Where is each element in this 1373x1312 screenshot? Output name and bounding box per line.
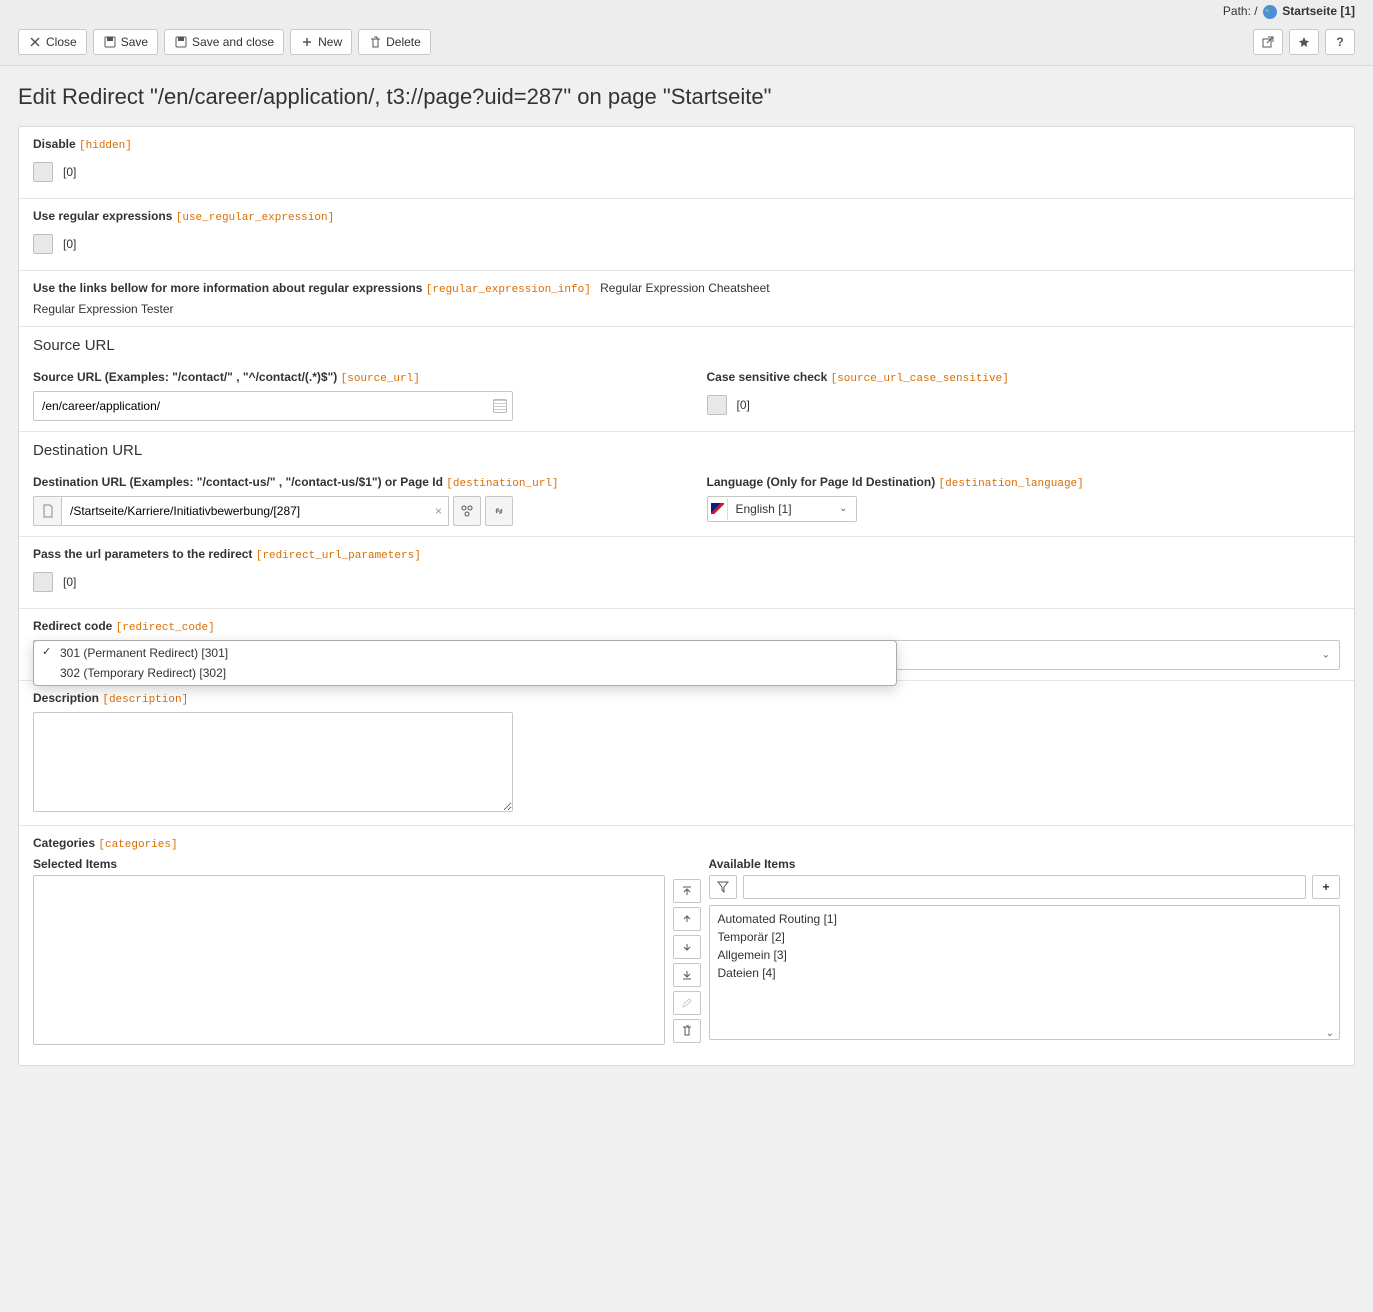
redirect-code-option[interactable]: 302 (Temporary Redirect) [302] [34,663,896,683]
disable-checkbox[interactable] [33,162,53,182]
filter-icon [717,881,729,893]
regex-meta: [use_regular_expression] [176,212,334,224]
language-value: English [1] [728,497,832,521]
path-breadcrumb: Path: / Startseite [1] [0,0,1373,23]
close-label: Close [46,36,77,48]
description-label: Description [33,691,99,705]
move-down-button[interactable] [673,935,701,959]
redirect-code-dropdown: 301 (Permanent Redirect) [301] 302 (Temp… [33,640,897,686]
redirect-code-option[interactable]: 301 (Permanent Redirect) [301] [34,643,896,663]
case-sensitive-label: Case sensitive check [707,370,828,384]
destination-language-select[interactable]: English [1] ⌄ [707,496,857,522]
save-close-button[interactable]: Save and close [164,29,284,55]
chevron-down-icon: ⌄ [831,503,855,514]
source-url-header: Source URL [19,326,1354,360]
case-sensitive-value: [0] [737,398,750,412]
edit-item-button[interactable] [673,991,701,1015]
move-bottom-button[interactable] [673,963,701,987]
save-close-label: Save and close [192,36,274,48]
regex-info-meta: [regular_expression_info] [426,284,591,296]
filter-toggle-button[interactable] [709,875,737,899]
regex-cheatsheet-link[interactable]: Regular Expression Cheatsheet [600,281,769,295]
regex-value: [0] [63,237,76,251]
new-label: New [318,36,342,48]
remove-item-button[interactable] [673,1019,701,1043]
redirect-code-select[interactable]: ⌄ 301 (Permanent Redirect) [301] 302 (Te… [33,640,1340,670]
description-meta: [description] [102,694,188,706]
pass-params-value: [0] [63,575,76,589]
list-item[interactable]: Dateien [4] [714,964,1336,982]
list-item[interactable]: Temporär [2] [714,928,1336,946]
toolbar: Close Save Save and close New Delete [0,23,1373,65]
save-label: Save [121,36,148,48]
case-sensitive-checkbox[interactable] [707,395,727,415]
destination-input[interactable] [61,496,449,526]
regex-checkbox[interactable] [33,234,53,254]
regex-label: Use regular expressions [33,209,172,223]
categories-label: Categories [33,836,95,850]
star-icon [1297,35,1311,49]
redirect-code-meta: [redirect_code] [116,622,215,634]
move-top-button[interactable] [673,879,701,903]
regex-info-label: Use the links bellow for more informatio… [33,281,422,295]
destination-meta: [destination_url] [446,478,558,490]
wizard-button[interactable] [453,496,481,526]
open-new-window-button[interactable] [1253,29,1283,55]
source-url-meta: [source_url] [341,373,420,385]
add-category-button[interactable]: + [1312,875,1340,899]
close-icon [28,35,42,49]
source-url-label: Source URL (Examples: "/contact/" , "^/c… [33,370,337,384]
save-icon [103,35,117,49]
path-sep: / [1254,4,1257,18]
categories-filter-input[interactable] [743,875,1307,899]
categories-available-list[interactable]: Automated Routing [1] Temporär [2] Allge… [709,905,1341,1040]
disable-meta: [hidden] [79,140,132,152]
disable-value: [0] [63,165,76,179]
pass-params-meta: [redirect_url_parameters] [256,550,421,562]
destination-header: Destination URL [19,431,1354,465]
list-item[interactable]: Allgemein [3] [714,946,1336,964]
help-icon: ? [1333,35,1347,49]
save-close-icon [174,35,188,49]
destination-lang-meta: [destination_language] [939,478,1084,490]
move-up-button[interactable] [673,907,701,931]
path-page-link[interactable]: Startseite [1] [1282,4,1355,18]
page-icon [33,496,61,526]
regex-tester-link[interactable]: Regular Expression Tester [33,302,174,316]
destination-label: Destination URL (Examples: "/contact-us/… [33,475,443,489]
form-card: Disable [hidden] [0] Use regular express… [18,126,1355,1066]
bookmark-button[interactable] [1289,29,1319,55]
disable-label: Disable [33,137,76,151]
categories-available-label: Available Items [709,857,1341,871]
flag-icon [708,498,728,520]
save-button[interactable]: Save [93,29,158,55]
categories-selected-label: Selected Items [33,857,665,871]
new-button[interactable]: New [290,29,352,55]
pass-params-label: Pass the url parameters to the redirect [33,547,252,561]
list-item[interactable]: Automated Routing [1] [714,910,1336,928]
globe-icon [1263,5,1277,19]
path-label: Path: [1223,4,1251,18]
destination-lang-label: Language (Only for Page Id Destination) [707,475,936,489]
trash-icon [368,35,382,49]
help-button[interactable]: ? [1325,29,1355,55]
redirect-code-label: Redirect code [33,619,112,633]
delete-label: Delete [386,36,421,48]
link-picker-button[interactable] [485,496,513,526]
categories-selected-list[interactable] [33,875,665,1045]
case-sensitive-meta: [source_url_case_sensitive] [831,373,1009,385]
categories-meta: [categories] [98,839,177,851]
source-url-input[interactable] [33,391,513,421]
pass-params-checkbox[interactable] [33,572,53,592]
plus-icon [300,35,314,49]
close-button[interactable]: Close [18,29,87,55]
keyboard-icon [493,399,507,413]
page-title: Edit Redirect "/en/career/application/, … [18,66,1355,126]
external-link-icon [1261,35,1275,49]
clear-destination-button[interactable]: × [435,504,442,518]
delete-button[interactable]: Delete [358,29,431,55]
description-textarea[interactable] [33,712,513,812]
chevron-down-icon: ⌄ [1326,1028,1334,1039]
